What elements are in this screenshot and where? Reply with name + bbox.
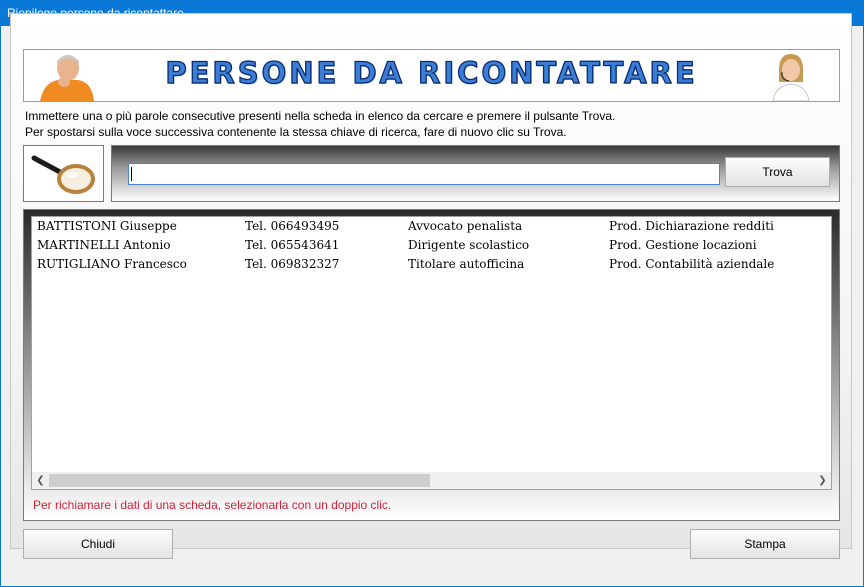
search-input[interactable] <box>128 163 720 185</box>
contact-product: Prod. Dichiarazione redditi <box>609 219 774 233</box>
close-button[interactable]: Chiudi <box>23 529 173 559</box>
scroll-thumb[interactable] <box>49 474 430 487</box>
horizontal-scrollbar[interactable]: ❮ ❯ <box>32 472 831 489</box>
instruction-line-2: Per spostarsi sulla voce successiva cont… <box>25 125 567 139</box>
contact-role: Avvocato penalista <box>408 219 523 233</box>
contact-name: MARTINELLI Antonio <box>37 238 171 252</box>
contact-phone: Tel. 066493495 <box>245 219 340 233</box>
trova-button[interactable]: Trova <box>725 157 830 187</box>
double-click-hint: Per richiamare i dati di una scheda, sel… <box>33 498 392 512</box>
contact-name: BATTISTONI Giuseppe <box>37 219 177 233</box>
contact-product: Prod. Contabilità aziendale <box>609 257 775 271</box>
print-button[interactable]: Stampa <box>690 529 840 559</box>
magnifier-icon <box>31 155 95 194</box>
header-banner: PERSONE DA RICONTATTARE <box>23 49 840 102</box>
text-caret <box>131 167 132 181</box>
instruction-line-1: Immettere una o più parole consecutive p… <box>25 109 616 123</box>
scroll-right-icon[interactable]: ❯ <box>814 472 831 489</box>
contact-role: Titolare autofficina <box>408 257 525 271</box>
contacts-list[interactable]: BATTISTONI Giuseppe Tel. 066493495 Avvoc… <box>31 216 832 490</box>
contact-role: Dirigente scolastico <box>408 238 530 252</box>
contact-phone: Tel. 065543641 <box>245 238 340 252</box>
operator-image <box>772 54 810 101</box>
magnifier-panel <box>23 145 104 202</box>
banner-title: PERSONE DA RICONTATTARE <box>165 55 698 90</box>
scroll-left-icon[interactable]: ❮ <box>32 472 49 489</box>
contact-phone: Tel. 069832327 <box>245 257 340 271</box>
contact-product: Prod. Gestione locazioni <box>609 238 757 252</box>
contact-name: RUTIGLIANO Francesco <box>37 257 187 271</box>
